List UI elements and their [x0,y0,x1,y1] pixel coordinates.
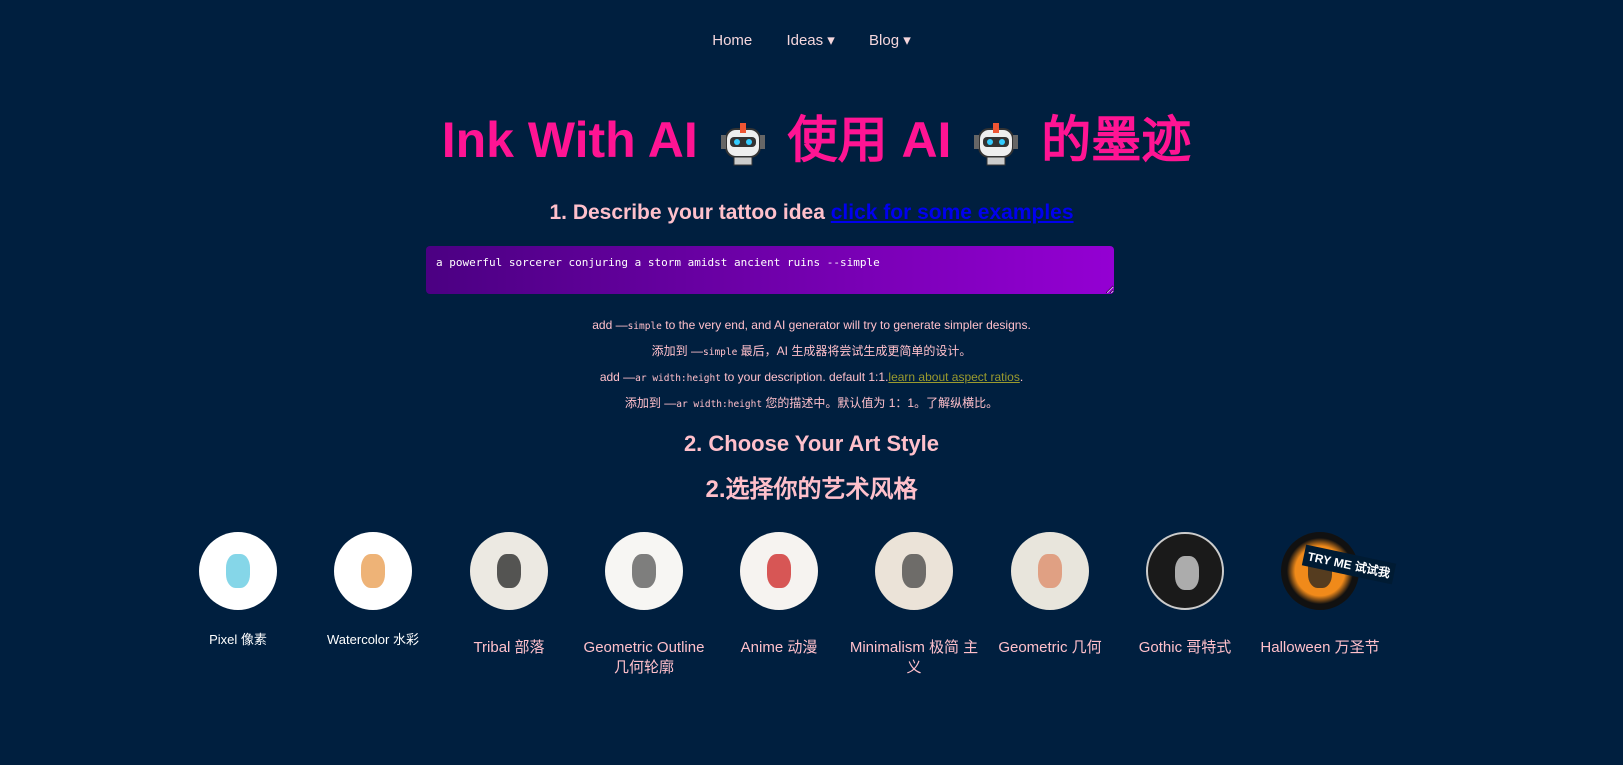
examples-link[interactable]: click for some examples [831,201,1074,224]
style-art-icon [632,554,656,588]
style-option[interactable]: Anime 动漫 [714,532,844,658]
title-en: Ink With AI [441,112,698,168]
style-option[interactable]: Gothic 哥特式 [1120,532,1250,658]
style-label: Pixel 像素 [209,632,267,647]
style-art-icon [1175,556,1199,590]
style-option[interactable]: Tribal 部落 [444,532,574,658]
style-label: Anime 动漫 [740,639,818,656]
hint-text: 最后，AI 生成器将尝试生成更简单的设计。 [737,344,972,358]
hint-text: . [1019,370,1024,384]
hint-code: ar width:height [635,373,721,384]
style-label: Watercolor 水彩 [327,632,419,647]
style-thumbnail[interactable] [605,532,683,610]
title-zh-1: 使用 AI [787,112,952,168]
prompt-input[interactable]: a powerful sorcerer conjuring a storm am… [426,246,1114,294]
style-option[interactable]: Pixel 像素 [173,532,303,650]
hint-text: 您的描述中。默认值为 1：1。了解纵横比。 [762,396,999,410]
hint-code: simple [627,321,662,332]
style-art-icon [902,554,926,588]
style-label: Geometric 几何 [998,639,1102,656]
style-thumbnail[interactable] [1011,532,1089,610]
hint-code: ar width:height [676,399,763,410]
step2-heading-en: 2. Choose Your Art Style [683,431,940,456]
style-art-icon [1038,554,1062,588]
hint-code: simple [703,347,738,358]
hint-text: 添加到 — [624,396,677,410]
page-title: Ink With AI 使用 AI 的墨迹 [0,100,1623,172]
style-label: Geometric Outline 几何轮廓 [583,639,705,676]
hints: add —simple to the very end, and AI gene… [0,313,1623,417]
style-label: Tribal 部落 [473,639,545,656]
robot-icon [720,122,765,166]
aspect-ratios-link[interactable]: learn about aspect ratios [888,370,1019,384]
style-art-icon [361,554,385,588]
style-option[interactable]: Watercolor 水彩 [308,532,438,650]
style-option[interactable]: Minimalism 极简 主义 [849,532,979,678]
style-thumbnail[interactable] [470,532,548,610]
style-option[interactable]: Geometric 几何 [985,532,1115,658]
top-nav: Home Ideas ▾ Blog ▾ [0,31,1623,49]
hint-line: 添加到 —ar width:height 您的描述中。默认值为 1：1。了解纵横… [0,391,1623,417]
hint-line: 添加到 —simple 最后，AI 生成器将尝试生成更简单的设计。 [0,339,1623,365]
style-option[interactable]: TRY ME 试试我 Halloween 万圣节 [1255,532,1397,658]
style-thumbnail[interactable] [334,532,412,610]
hint-line: add —ar width:height to your description… [0,365,1623,391]
step2-heading-zh: 2.选择你的艺术风格 [705,476,918,503]
style-thumbnail[interactable] [740,532,818,610]
nav-blog[interactable]: Blog ▾ [869,31,911,49]
step1-label: 1. Describe your tattoo idea [549,201,825,224]
style-option[interactable]: Geometric Outline 几何轮廓 [579,532,709,678]
hint-text: add — [592,318,628,332]
style-art-icon [497,554,521,588]
robot-icon [974,122,1019,166]
nav-ideas[interactable]: Ideas ▾ [786,31,834,49]
hint-text: to your description. default 1:1. [720,370,889,384]
hint-line: add —simple to the very end, and AI gene… [0,313,1623,339]
hint-text: to the very end, and AI generator will t… [661,318,1031,332]
style-label: Minimalism 极简 主义 [849,639,979,676]
style-thumbnail[interactable] [875,532,953,610]
style-thumbnail[interactable] [199,532,277,610]
style-thumbnail[interactable] [1146,532,1224,610]
style-thumbnail[interactable]: TRY ME 试试我 [1281,532,1397,610]
style-label: Halloween 万圣节 [1260,639,1380,656]
style-art-icon [767,554,791,588]
nav-home[interactable]: Home [712,32,752,49]
step1-heading: 1. Describe your tattoo idea click for s… [0,201,1623,225]
title-zh-2: 的墨迹 [1041,112,1192,168]
style-label: Gothic 哥特式 [1138,639,1232,656]
style-art-icon [226,554,250,588]
hint-text: 添加到 — [651,344,703,358]
hint-text: add — [599,370,636,384]
